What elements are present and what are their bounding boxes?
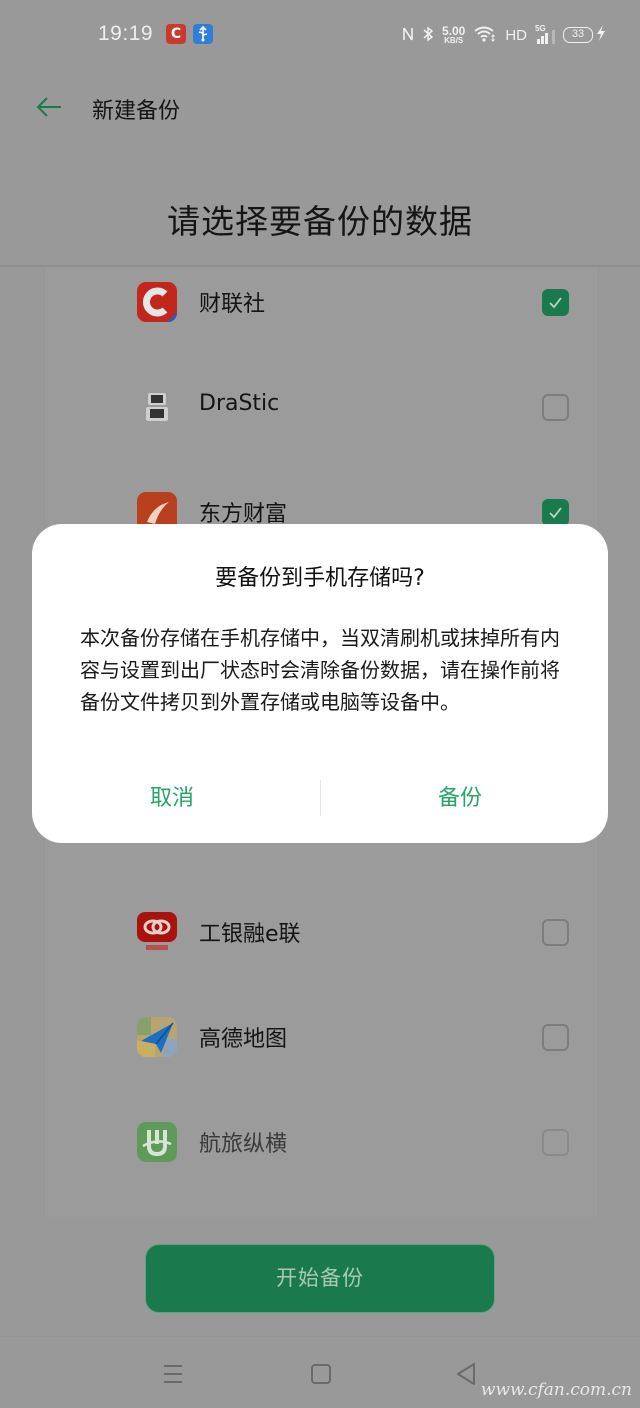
app-list-item[interactable]: 工银融e联 [45, 900, 600, 960]
signal-bar [537, 39, 540, 44]
bluetooth-icon [422, 26, 434, 45]
confirm-backup-button[interactable]: 备份 [438, 780, 482, 812]
recents-button[interactable] [158, 1359, 188, 1389]
backup-confirm-dialog: 要备份到手机存储吗? 本次备份存储在手机存储中，当双清刷机或抹掉所有内容与设置到… [32, 524, 608, 843]
checkmark-icon [549, 297, 562, 309]
app-name: 工银融e联 [199, 922, 301, 947]
battery-icon: 33 [563, 27, 593, 43]
app-checkbox[interactable] [542, 289, 569, 316]
usb-icon [193, 24, 213, 44]
dialog-message: 本次备份存储在手机存储中，当双清刷机或抹掉所有内容与设置到出厂状态时会清除备份数… [80, 626, 560, 714]
app-list-item[interactable]: 财联社 [45, 270, 600, 330]
start-backup-button[interactable]: 开始备份 [145, 1244, 495, 1313]
app-name: 财联社 [199, 292, 266, 317]
back-button[interactable] [34, 92, 64, 122]
hanglvzongheng-app-icon [137, 1122, 177, 1162]
charging-icon [596, 24, 606, 46]
app-list-item[interactable]: 航旅纵横 [45, 1110, 600, 1170]
cancel-button[interactable]: 取消 [150, 780, 194, 812]
hd-voice-indicator: HD [505, 26, 527, 44]
status-time: 19:19 [98, 22, 154, 45]
dialog-title: 要备份到手机存储吗? [215, 566, 425, 591]
speed-unit: KB/S [444, 36, 464, 45]
app-checkbox[interactable] [542, 1024, 569, 1051]
signal-bar [541, 36, 544, 44]
home-square-icon [311, 1364, 331, 1384]
status-icons: 5.00 KB/S HD 5G 33 [402, 20, 606, 50]
caixin-notification-icon: C [166, 24, 186, 44]
back-triangle-icon [457, 1363, 475, 1385]
signal-bar [552, 30, 555, 44]
wifi-icon [473, 25, 497, 46]
arrow-left-icon [36, 97, 61, 117]
status-bar: 19:19 C 5.00 KB/S HD 5G 33 [0, 0, 640, 70]
app-list-item[interactable]: 高德地图 [45, 1005, 600, 1065]
menu-icon [164, 1365, 182, 1383]
app-list-item[interactable]: DraStic [45, 375, 600, 435]
section-title: 请选择要备份的数据 [167, 202, 473, 241]
network-type: 5G [535, 24, 546, 33]
watermark: www.cfan.com.cn [480, 1380, 632, 1400]
app-name: DraStic [199, 391, 280, 416]
icbc-rongelian-app-icon [137, 912, 177, 952]
home-button[interactable] [306, 1359, 336, 1389]
drastic-app-icon [137, 387, 177, 427]
dialog-button-divider [320, 780, 321, 816]
amap-app-icon [137, 1017, 177, 1057]
checkmark-icon [549, 507, 562, 519]
signal-bar [545, 33, 548, 44]
app-name: 航旅纵横 [199, 1132, 288, 1157]
app-checkbox[interactable] [542, 919, 569, 946]
app-checkbox[interactable] [542, 1129, 569, 1156]
page-title: 新建备份 [92, 99, 181, 124]
app-name: 高德地图 [199, 1027, 288, 1052]
app-checkbox[interactable] [542, 499, 569, 526]
cailianshe-app-icon [137, 282, 177, 322]
nfc-icon [402, 26, 414, 45]
signal-icon: 5G [535, 24, 555, 44]
network-speed: 5.00 KB/S [442, 25, 465, 45]
back-nav-button[interactable] [452, 1359, 482, 1389]
app-checkbox[interactable] [542, 394, 569, 421]
